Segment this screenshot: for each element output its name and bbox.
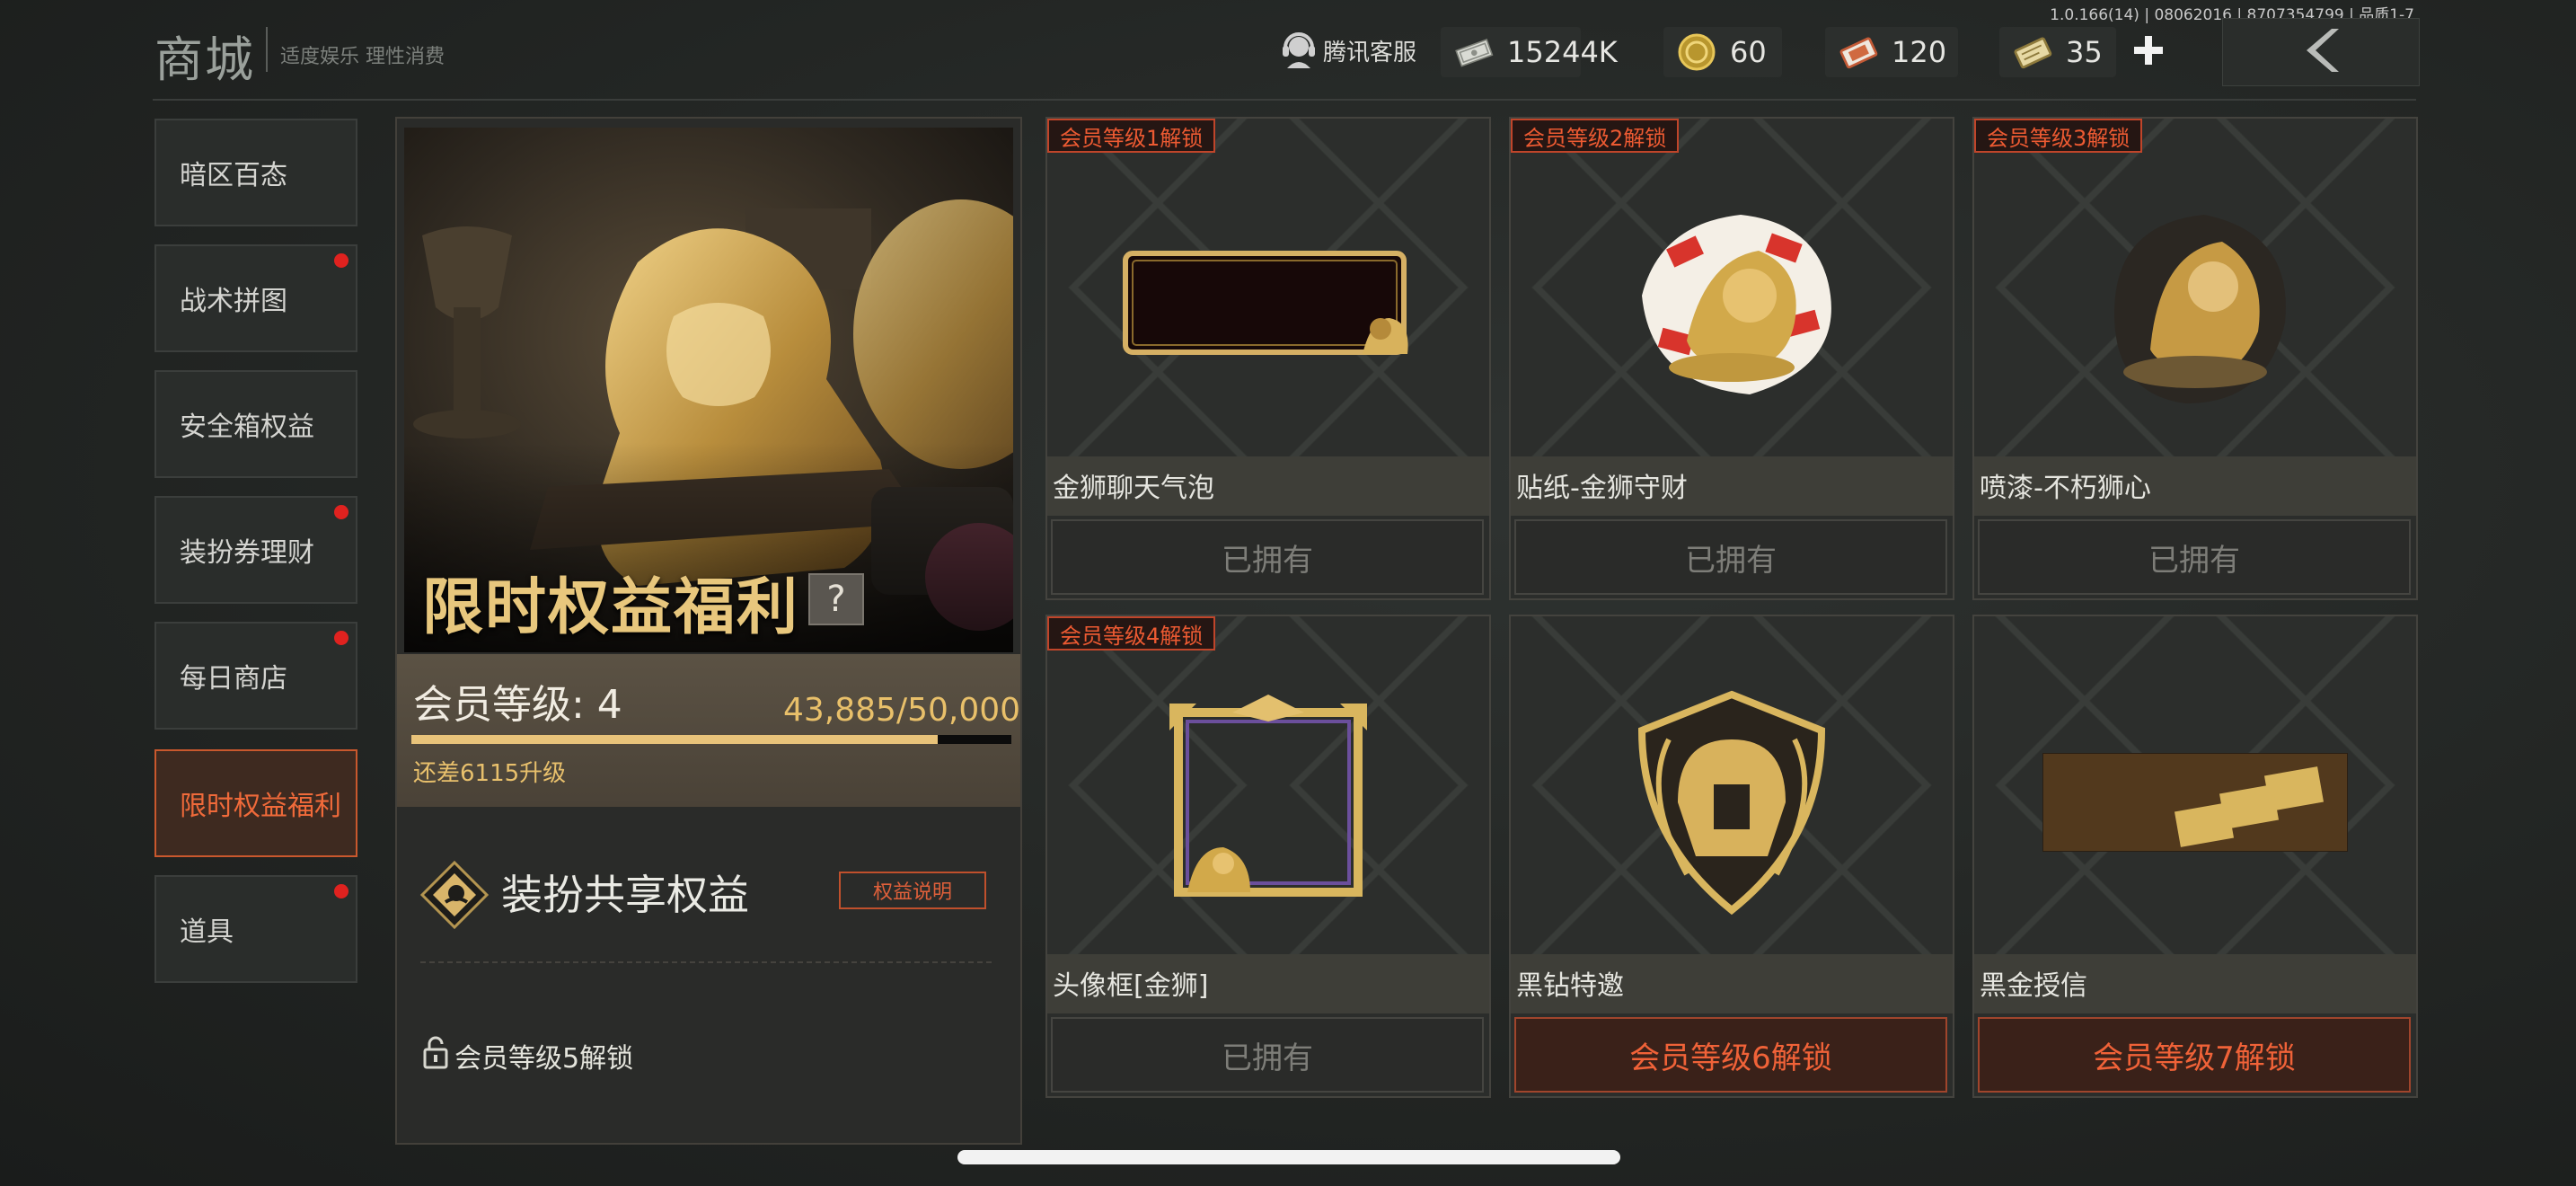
reward-card[interactable]: 会员等级2解锁贴纸-金狮守财已拥有 xyxy=(1509,117,1954,600)
add-currency-button[interactable] xyxy=(2127,31,2170,74)
currency-banknote[interactable]: 15244K xyxy=(1441,27,1618,77)
shared-benefit-title: 装扮共享权益 xyxy=(501,871,749,919)
plus-icon xyxy=(2130,32,2166,72)
currency-gold-ticket[interactable]: 35 xyxy=(1999,27,2116,77)
gold-card-icon xyxy=(1974,651,2416,954)
reward-name: 黑金授信 xyxy=(1980,970,2087,1002)
lion-spray-icon xyxy=(1974,153,2416,456)
coupon-ticket-icon xyxy=(1838,34,1879,70)
sidebar-item[interactable]: 战术拼图 xyxy=(154,244,357,352)
notification-dot xyxy=(334,884,348,898)
back-button[interactable] xyxy=(2222,18,2420,86)
notification-dot xyxy=(334,505,348,519)
locked-status-button[interactable]: 会员等级6解锁 xyxy=(1514,1017,1947,1093)
unlock-level-tag: 会员等级4解锁 xyxy=(1047,616,1216,651)
sidebar-item[interactable]: 道具 xyxy=(154,875,357,983)
owned-status-button[interactable]: 已拥有 xyxy=(1514,519,1947,595)
hero-title: 限时权益福利 xyxy=(422,572,800,643)
notification-dot xyxy=(334,253,348,268)
reward-name: 金狮聊天气泡 xyxy=(1053,473,1214,504)
title-divider xyxy=(266,27,268,72)
sidebar-item-label: 限时权益福利 xyxy=(180,791,341,822)
lion-sticker-icon xyxy=(1511,153,1953,456)
currency-value: 60 xyxy=(1730,35,1767,69)
slogan: 适度娱乐 理性消费 xyxy=(280,46,445,68)
benefit-info-button[interactable]: 权益说明 xyxy=(839,872,986,909)
reward-card[interactable]: 会员等级1解锁 金狮聊天气泡已拥有 xyxy=(1045,117,1491,600)
lion-emblem-icon xyxy=(419,859,490,931)
reward-card[interactable]: 会员等级3解锁喷漆-不朽狮心已拥有 xyxy=(1972,117,2418,600)
notification-dot xyxy=(334,631,348,645)
reward-card[interactable]: 会员等级4解锁 头像框[金狮] 已拥有 xyxy=(1045,615,1491,1098)
sidebar-item[interactable]: 暗区百态 xyxy=(154,119,357,226)
sidebar-item[interactable]: 装扮券理财 xyxy=(154,496,357,604)
unlock-level-tag: 会员等级1解锁 xyxy=(1047,119,1216,153)
sidebar-item-label: 装扮券理财 xyxy=(180,537,314,569)
reward-name: 喷漆-不朽狮心 xyxy=(1980,473,2151,504)
owned-status-button[interactable]: 已拥有 xyxy=(1051,1017,1484,1093)
gold-ticket-icon xyxy=(2012,34,2053,70)
reward-name: 贴纸-金狮守财 xyxy=(1516,473,1688,504)
header-divider xyxy=(153,99,2416,101)
headset-icon xyxy=(1280,32,1318,68)
currency-value: 120 xyxy=(1892,35,1947,69)
sidebar-item-label: 战术拼图 xyxy=(180,286,287,317)
level-progress-fill xyxy=(411,735,939,744)
sidebar-item-label: 暗区百态 xyxy=(180,160,287,191)
currency-coupon[interactable]: 120 xyxy=(1825,27,1958,77)
sidebar-item[interactable]: 每日商店 xyxy=(154,622,357,730)
chat-bubble-icon xyxy=(1047,153,1489,456)
owned-status-button[interactable]: 已拥有 xyxy=(1978,519,2411,595)
banknote-icon xyxy=(1453,34,1495,70)
unlock-note: 会员等级5解锁 xyxy=(454,1043,634,1075)
help-button[interactable]: ? xyxy=(808,573,864,625)
level-remaining-text: 还差6115升级 xyxy=(413,760,567,787)
sidebar-item-label: 道具 xyxy=(180,916,234,948)
unlock-level-tag: 会员等级2解锁 xyxy=(1511,119,1680,153)
currency-value: 15244K xyxy=(1507,35,1618,69)
dashed-divider xyxy=(420,961,992,963)
reward-card[interactable]: 黑钻特邀会员等级6解锁 xyxy=(1509,615,1954,1098)
reward-name: 头像框[金狮] xyxy=(1053,970,1209,1002)
sidebar-item[interactable]: 限时权益福利 xyxy=(154,749,357,857)
level-progress-text: 43,885/50,000 xyxy=(783,692,1021,729)
member-level-label: 会员等级: 4 xyxy=(413,682,622,728)
page-title: 商城 xyxy=(154,31,255,88)
home-indicator[interactable] xyxy=(957,1150,1620,1164)
unlock-level-tag: 会员等级3解锁 xyxy=(1974,119,2143,153)
owned-status-button[interactable]: 已拥有 xyxy=(1051,519,1484,595)
sidebar-item[interactable]: 安全箱权益 xyxy=(154,370,357,478)
reward-name: 黑钻特邀 xyxy=(1516,970,1624,1002)
chevron-left-icon xyxy=(2294,23,2348,81)
currency-value: 35 xyxy=(2066,35,2103,69)
locked-status-button[interactable]: 会员等级7解锁 xyxy=(1978,1017,2411,1093)
helmet-emblem-icon xyxy=(1511,651,1953,954)
gold-coin-icon xyxy=(1676,33,1717,71)
sidebar-item-label: 安全箱权益 xyxy=(180,412,314,443)
lock-icon xyxy=(422,1035,449,1069)
reward-card[interactable]: 黑金授信会员等级7解锁 xyxy=(1972,615,2418,1098)
sidebar-item-label: 每日商店 xyxy=(180,663,287,695)
currency-gold-coin[interactable]: 60 xyxy=(1663,27,1782,77)
avatar-frame-icon xyxy=(1047,651,1489,954)
customer-service-label: 腾讯客服 xyxy=(1323,39,1417,66)
customer-service-button[interactable]: 腾讯客服 xyxy=(1280,32,1416,68)
